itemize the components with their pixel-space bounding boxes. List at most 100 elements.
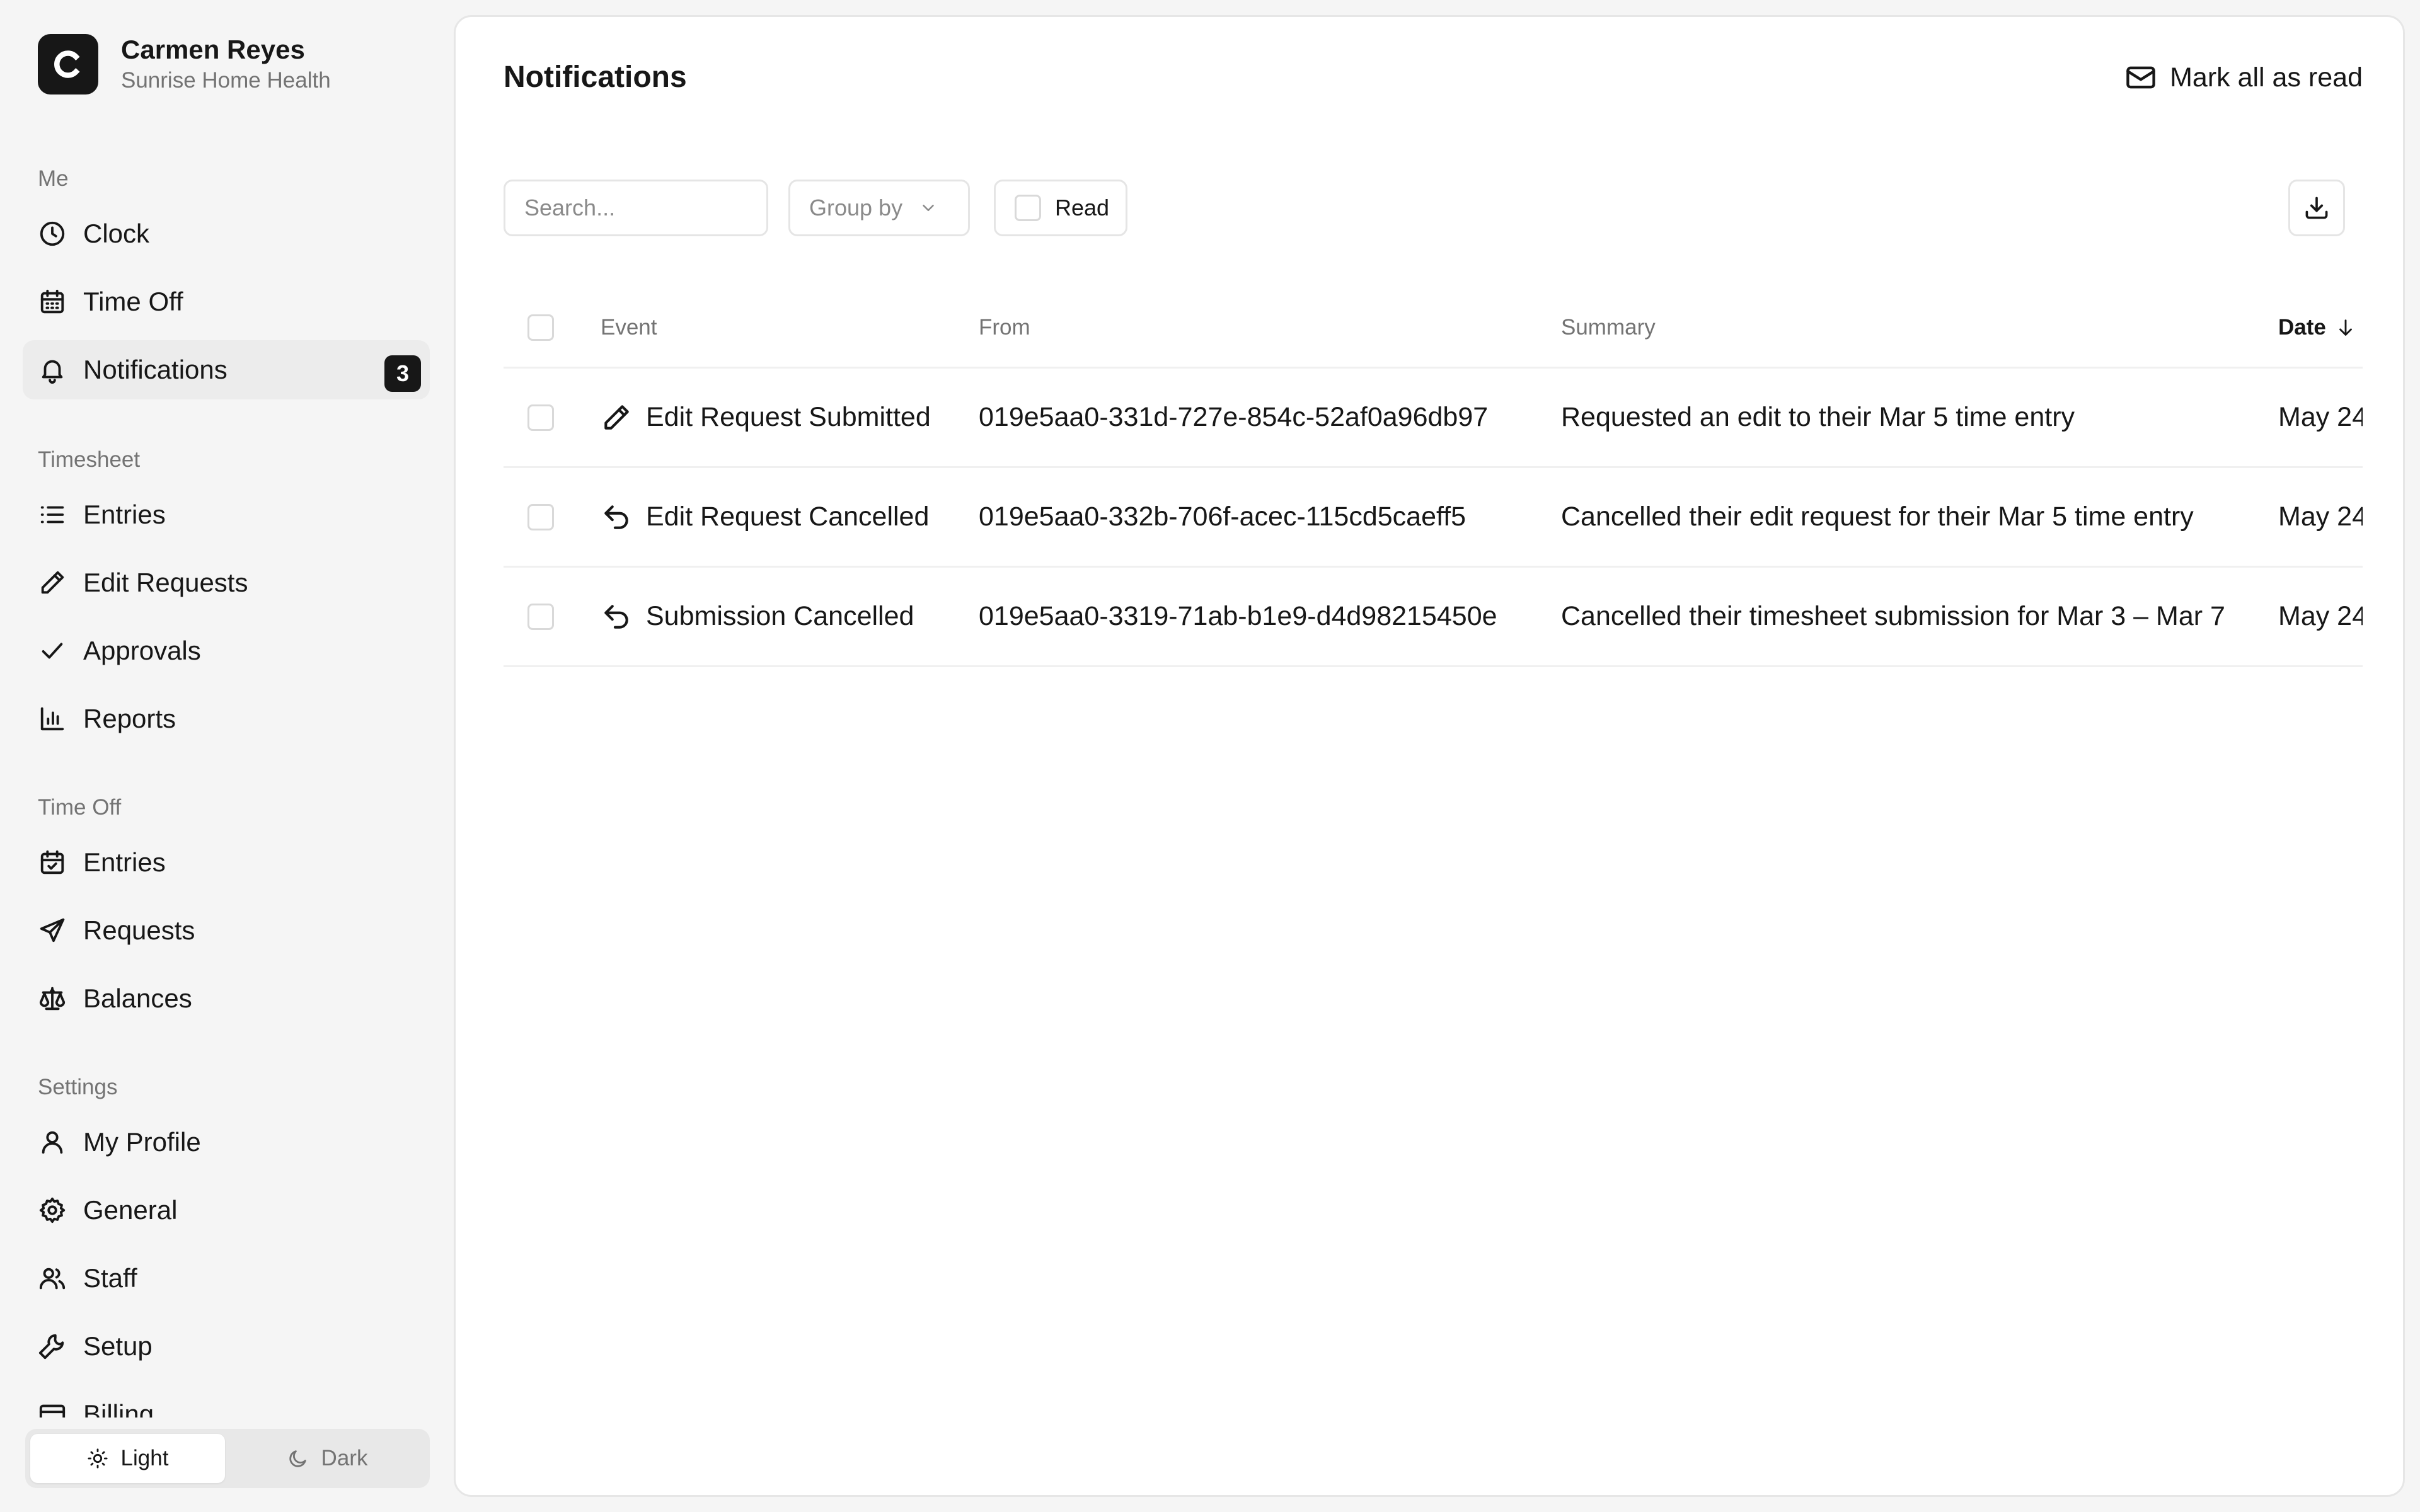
column-header-event[interactable]: Event — [601, 288, 657, 367]
notification-summary: Requested an edit to their Mar 5 time en… — [1561, 402, 2075, 432]
sender-id: 019e5aa0-332b-706f-acec-115cd5caeff5 — [979, 501, 1466, 532]
search-input[interactable] — [504, 180, 768, 236]
mark-all-as-read-button[interactable]: Mark all as read — [2124, 55, 2363, 100]
table-row[interactable]: Submission Cancelled 019e5aa0-3319-71ab-… — [504, 568, 2363, 667]
sidebar-item-label: Requests — [83, 915, 195, 945]
sidebar-item-label: Time Off — [83, 287, 183, 316]
download-button[interactable] — [2288, 180, 2345, 236]
user-icon — [38, 1128, 67, 1157]
sidebar-item-label: Billing — [83, 1399, 154, 1418]
sidebar-item-label: Entries — [83, 500, 166, 529]
sidebar-item-setup[interactable]: Setup — [23, 1317, 430, 1376]
mark-all-as-read-label: Mark all as read — [2170, 62, 2363, 93]
list-icon — [38, 500, 67, 529]
read-filter-checkbox[interactable] — [1015, 195, 1041, 221]
read-filter-label: Read — [1055, 195, 1110, 220]
select-all-checkbox[interactable] — [527, 314, 554, 341]
event-name: Edit Request Cancelled — [646, 501, 930, 532]
sender-id: 019e5aa0-3319-71ab-b1e9-d4d98215450e — [979, 601, 1497, 631]
table-row[interactable]: Edit Request Cancelled 019e5aa0-332b-706… — [504, 468, 2363, 568]
arrow-down-icon — [2335, 317, 2356, 338]
sender-id: 019e5aa0-331d-727e-854c-52af0a96db97 — [979, 402, 1489, 432]
notification-count-badge: 3 — [384, 355, 421, 392]
theme-toggle: Light Dark — [25, 1429, 430, 1488]
sidebar-item-reports[interactable]: Reports — [23, 689, 430, 748]
sidebar-item-label: General — [83, 1195, 178, 1225]
nav-group-label-time-off: Time Off — [38, 795, 122, 820]
sidebar-item-approvals[interactable]: Approvals — [23, 621, 430, 680]
pencil-icon — [601, 402, 632, 433]
row-checkbox[interactable] — [527, 404, 554, 431]
undo-icon — [601, 501, 632, 533]
notifications-table: Event From Summary Date Edit Request Sub… — [504, 288, 2363, 667]
gear-icon — [38, 1196, 67, 1225]
sidebar-item-label: Reports — [83, 704, 176, 733]
group-by-label: Group by — [809, 195, 903, 220]
download-icon — [2303, 194, 2331, 222]
undo-icon — [601, 601, 632, 633]
sidebar-item-billing[interactable]: Billing — [23, 1385, 430, 1418]
sidebar-item-requests[interactable]: Requests — [23, 901, 430, 960]
chevron-down-icon — [919, 198, 938, 217]
notifications-panel: Notifications Mark all as read Group by … — [454, 15, 2405, 1497]
row-checkbox[interactable] — [527, 603, 554, 630]
nav-group-label-timesheet: Timesheet — [38, 447, 141, 472]
sidebar-nav: Me Clock Time Off Notifications 3 Timesh… — [23, 0, 430, 1418]
sidebar-item-label: Notifications — [83, 355, 228, 384]
users-icon — [38, 1264, 67, 1293]
bar-chart-icon — [38, 704, 67, 733]
sidebar-item-edit-requests[interactable]: Edit Requests — [23, 553, 430, 612]
notification-date: May 24 — [2278, 601, 2363, 631]
scale-icon — [38, 984, 67, 1013]
sidebar-item-label: Clock — [83, 219, 150, 248]
sidebar-item-general[interactable]: General — [23, 1181, 430, 1240]
event-name: Edit Request Submitted — [646, 402, 931, 432]
light-theme-button[interactable]: Light — [30, 1434, 225, 1483]
pencil-icon — [38, 568, 67, 597]
nav-group-label-settings: Settings — [38, 1075, 118, 1099]
sidebar-item-label: Balances — [83, 983, 192, 1013]
light-theme-label: Light — [120, 1446, 169, 1470]
sidebar-item-notifications[interactable]: Notifications 3 — [23, 340, 430, 399]
bell-icon — [38, 355, 67, 384]
dark-theme-label: Dark — [321, 1446, 368, 1470]
sidebar-item-label: Entries — [83, 847, 166, 877]
notification-date: May 24 — [2278, 501, 2363, 532]
page-title: Notifications — [504, 60, 687, 94]
notification-date: May 24 — [2278, 402, 2363, 432]
sidebar: Carmen Reyes Sunrise Home Health Me Cloc… — [0, 0, 454, 1512]
sun-icon — [87, 1448, 108, 1469]
table-row[interactable]: Edit Request Submitted 019e5aa0-331d-727… — [504, 369, 2363, 468]
credit-card-icon — [38, 1400, 67, 1418]
group-by-select[interactable]: Group by — [788, 180, 970, 236]
read-filter-toggle[interactable]: Read — [994, 180, 1127, 236]
table-header: Event From Summary Date — [504, 288, 2363, 369]
sidebar-item-staff[interactable]: Staff — [23, 1249, 430, 1308]
sidebar-item-time-off-entries[interactable]: Entries — [23, 833, 430, 892]
column-header-date-label: Date — [2278, 314, 2326, 340]
nav-group-label-me: Me — [38, 166, 69, 191]
column-header-from[interactable]: From — [979, 288, 1030, 367]
sidebar-item-label: Edit Requests — [83, 568, 248, 597]
sidebar-item-label: My Profile — [83, 1127, 201, 1157]
moon-icon — [287, 1448, 309, 1469]
column-header-date[interactable]: Date — [2278, 288, 2363, 367]
row-checkbox[interactable] — [527, 503, 554, 530]
send-icon — [38, 916, 67, 945]
check-icon — [38, 636, 67, 665]
event-name: Submission Cancelled — [646, 601, 914, 631]
column-header-summary[interactable]: Summary — [1561, 288, 1656, 367]
sidebar-item-label: Staff — [83, 1263, 137, 1293]
clock-icon — [38, 219, 67, 248]
sidebar-item-timesheet-entries[interactable]: Entries — [23, 485, 430, 544]
sidebar-item-label: Approvals — [83, 636, 201, 665]
sidebar-item-label: Setup — [83, 1331, 153, 1361]
sidebar-item-balances[interactable]: Balances — [23, 969, 430, 1028]
calendar-icon — [38, 287, 67, 316]
notification-summary: Cancelled their edit request for their M… — [1561, 501, 2194, 532]
sidebar-item-my-profile[interactable]: My Profile — [23, 1113, 430, 1172]
sidebar-item-clock[interactable]: Clock — [23, 204, 430, 263]
dark-theme-button[interactable]: Dark — [230, 1434, 425, 1483]
notification-summary: Cancelled their timesheet submission for… — [1561, 601, 2225, 631]
sidebar-item-time-off[interactable]: Time Off — [23, 272, 430, 331]
